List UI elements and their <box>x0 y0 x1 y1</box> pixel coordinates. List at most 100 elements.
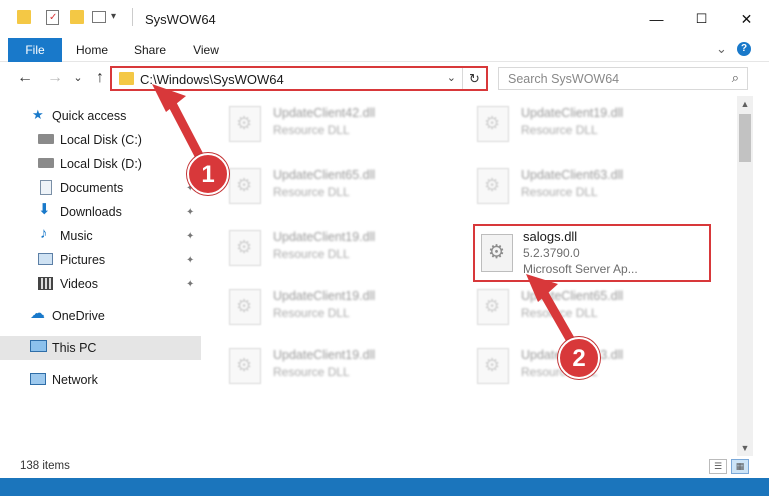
minimize-button[interactable]: — <box>634 0 679 38</box>
list-item[interactable]: UpdateClient19.dll Resource DLL <box>201 338 441 394</box>
list-item[interactable]: UpdateClient19.dll Resource DLL <box>201 279 441 335</box>
list-item[interactable]: UpdateClient63.dll Resource DLL <box>449 158 689 214</box>
file-type: Resource DLL <box>521 185 598 199</box>
search-input[interactable]: Search SysWOW64 ⌕ <box>498 67 748 90</box>
back-button[interactable]: ← <box>15 69 35 87</box>
search-icon[interactable]: ⌕ <box>732 70 739 86</box>
list-item[interactable]: UpdateClient19.dll Resource DLL <box>201 220 441 276</box>
search-placeholder: Search SysWOW64 <box>508 72 620 86</box>
help-icon[interactable]: ? <box>737 42 751 56</box>
file-name: UpdateClient63.dll <box>521 168 624 182</box>
file-type: Resource DLL <box>273 247 350 261</box>
sidebar-item-onedrive[interactable]: ☁ OneDrive <box>0 305 201 327</box>
properties-icon[interactable]: ✓ <box>46 10 59 25</box>
maximize-icon: ☐ <box>695 11 708 26</box>
sidebar-item-this-pc[interactable]: This PC <box>0 336 201 360</box>
sidebar-item-documents[interactable]: Documents ✦ <box>0 177 201 199</box>
status-bar: 138 items ☰ ▦ <box>0 456 769 478</box>
sidebar-item-music[interactable]: ♪ Music ✦ <box>0 225 201 247</box>
address-bar[interactable]: C:\Windows\SysWOW64 ⌄ ↻ <box>110 66 488 91</box>
recent-locations-icon[interactable]: ⌄ <box>68 71 88 84</box>
new-folder-icon[interactable] <box>70 10 84 24</box>
file-name: UpdateClient19.dll <box>273 230 376 244</box>
close-button[interactable]: ✕ <box>724 0 769 38</box>
file-type: Resource DLL <box>273 185 350 199</box>
star-icon: ★ <box>32 107 44 122</box>
pictures-icon <box>38 253 53 265</box>
pin-icon: ✦ <box>186 230 195 242</box>
expand-ribbon-icon[interactable]: ⌄ <box>716 41 727 57</box>
tab-share[interactable]: Share <box>128 38 172 62</box>
file-name: UpdateClient65.dll <box>521 289 624 303</box>
folder-icon[interactable] <box>17 10 31 24</box>
sidebar-item-label: Network <box>52 373 98 387</box>
toolbar-divider <box>132 8 133 26</box>
sidebar-item-network[interactable]: Network <box>0 369 201 391</box>
tab-view[interactable]: View <box>184 38 228 62</box>
address-dropdown-icon[interactable]: ⌄ <box>447 71 456 84</box>
vertical-scrollbar[interactable]: ▲ ▼ <box>737 96 753 456</box>
scroll-down-icon[interactable]: ▼ <box>737 440 753 456</box>
customize-toolbar-icon[interactable]: ▾ <box>111 11 116 22</box>
file-name: UpdateClient65.dll <box>273 168 376 182</box>
sidebar-item-label: Documents <box>60 181 124 195</box>
scrollbar-thumb[interactable] <box>739 114 751 162</box>
list-item[interactable]: UpdateClient42.dll Resource DLL <box>201 96 441 152</box>
pin-icon: ✦ <box>186 278 195 290</box>
refresh-button[interactable]: ↻ <box>462 68 486 89</box>
drive-icon <box>38 158 54 168</box>
sidebar-item-quick-access[interactable]: ★ Quick access <box>0 105 201 127</box>
file-description: Microsoft Server Ap... <box>523 262 638 276</box>
computer-icon <box>30 340 47 352</box>
window-title: SysWOW64 <box>145 12 216 27</box>
file-name: UpdateClient19.dll <box>273 289 376 303</box>
taskbar-strip <box>0 478 769 496</box>
dll-file-icon <box>229 230 261 266</box>
file-name: UpdateClient19.dll <box>521 106 624 120</box>
pin-icon: ✦ <box>186 254 195 266</box>
sidebar-item-label: OneDrive <box>52 309 105 323</box>
dll-file-icon <box>229 168 261 204</box>
highlighted-file-item[interactable]: salogs.dll 5.2.3790.0 Microsoft Server A… <box>473 224 711 282</box>
view-options-icon[interactable] <box>92 11 106 23</box>
callout-badge-2: 2 <box>558 337 600 379</box>
sidebar-item-label: Quick access <box>52 109 127 123</box>
list-item[interactable]: UpdateClient19.dll Resource DLL <box>449 96 689 152</box>
dll-file-icon <box>477 168 509 204</box>
scroll-up-icon[interactable]: ▲ <box>737 96 753 112</box>
drive-icon <box>38 134 54 144</box>
callout-badge-1: 1 <box>187 153 229 195</box>
documents-icon <box>40 180 52 195</box>
sidebar-item-label: This PC <box>52 341 97 355</box>
file-name: UpdateClient42.dll <box>273 106 376 120</box>
up-button[interactable]: ↑ <box>90 69 110 87</box>
details-view-icon[interactable]: ☰ <box>709 459 727 474</box>
list-item[interactable]: UpdateClient65.dll Resource DLL <box>449 279 689 335</box>
address-path[interactable]: C:\Windows\SysWOW64 <box>140 72 284 87</box>
network-icon <box>30 373 46 385</box>
sidebar-item-local-disk-d[interactable]: Local Disk (D:) <box>0 153 201 175</box>
dll-file-icon <box>481 234 513 272</box>
large-icons-view-icon[interactable]: ▦ <box>731 459 749 474</box>
forward-button[interactable]: → <box>45 69 65 87</box>
maximize-button[interactable]: ☐ <box>679 0 724 38</box>
sidebar-item-local-disk-c[interactable]: Local Disk (C:) <box>0 129 201 151</box>
tab-file[interactable]: File <box>8 38 62 62</box>
sidebar-item-label: Music <box>60 229 93 243</box>
sidebar-item-videos[interactable]: Videos ✦ <box>0 273 201 295</box>
dll-file-icon <box>477 106 509 142</box>
sidebar-item-downloads[interactable]: ⬇ Downloads ✦ <box>0 201 201 223</box>
dll-file-icon <box>229 289 261 325</box>
dll-file-icon <box>477 348 509 384</box>
download-icon: ⬇ <box>38 201 51 218</box>
file-name: salogs.dll <box>523 229 578 244</box>
folder-icon <box>119 72 134 85</box>
sidebar-item-pictures[interactable]: Pictures ✦ <box>0 249 201 271</box>
dll-file-icon <box>229 348 261 384</box>
list-item[interactable]: UpdateClient65.dll Resource DLL <box>201 158 441 214</box>
dll-file-icon <box>477 289 509 325</box>
tab-home[interactable]: Home <box>70 38 114 62</box>
music-icon: ♪ <box>40 225 48 242</box>
sidebar-item-label: Downloads <box>60 205 122 219</box>
file-type: Resource DLL <box>273 365 350 379</box>
